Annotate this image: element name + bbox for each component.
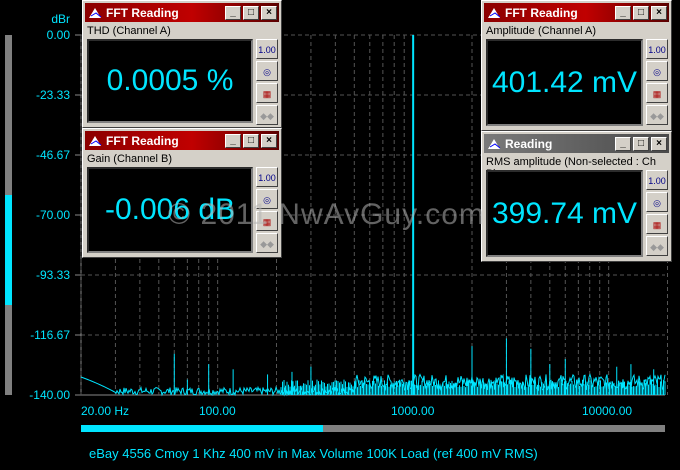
y-tick: -93.33 bbox=[35, 268, 70, 282]
reading-window[interactable]: Reading _ □ × RMS amplitude (Non-selected :… bbox=[481, 131, 672, 262]
window-title: FFT Reading bbox=[505, 5, 578, 20]
app-logo-icon bbox=[89, 7, 102, 18]
minimize-button[interactable]: _ bbox=[225, 133, 241, 148]
reading-value: 401.42 mV bbox=[486, 39, 643, 126]
close-button[interactable]: × bbox=[651, 5, 667, 20]
app-logo-icon bbox=[488, 138, 501, 149]
watermark: © 2011 NwAvGuy.com bbox=[168, 198, 485, 231]
close-button[interactable]: × bbox=[651, 136, 667, 151]
window-title: FFT Reading bbox=[106, 133, 179, 148]
y-tick: -46.67 bbox=[35, 148, 70, 162]
title-bar[interactable]: Reading _ □ × bbox=[484, 134, 669, 153]
log-table-icon[interactable]: ▦ bbox=[646, 83, 668, 103]
reading-value: 0.0005 % bbox=[87, 39, 253, 123]
x-tick: 100.00 bbox=[199, 404, 236, 418]
log-table-icon[interactable]: ▦ bbox=[256, 83, 278, 103]
reading-window[interactable]: FFT Reading _ □ × Amplitude (Channel A) 401… bbox=[481, 0, 672, 131]
precision-button[interactable]: 1.00 bbox=[646, 39, 668, 59]
reading-value: 399.74 mV bbox=[486, 170, 643, 257]
precision-button[interactable]: 1.00 bbox=[256, 167, 278, 187]
precision-button[interactable]: 1.00 bbox=[646, 170, 668, 190]
arrows-icon[interactable]: ◆◆ bbox=[256, 105, 278, 125]
app-logo-icon bbox=[488, 7, 501, 18]
maximize-button[interactable]: □ bbox=[243, 133, 259, 148]
scrollbar-thumb[interactable] bbox=[81, 425, 323, 432]
x-tick: 1000.00 bbox=[391, 404, 435, 418]
x-tick: 20.00 Hz bbox=[81, 404, 130, 418]
reading-label: THD (Channel A) bbox=[87, 25, 171, 37]
maximize-button[interactable]: □ bbox=[243, 5, 259, 20]
close-button[interactable]: × bbox=[261, 133, 277, 148]
y-tick: -23.33 bbox=[35, 88, 70, 102]
y-tick: -70.00 bbox=[35, 208, 70, 222]
arrows-icon[interactable]: ◆◆ bbox=[646, 105, 668, 125]
precision-button[interactable]: 1.00 bbox=[256, 39, 278, 59]
close-button[interactable]: × bbox=[261, 5, 277, 20]
reading-label: RMS amplitude (Non-selected : Ch B) bbox=[486, 156, 656, 180]
maximize-button[interactable]: □ bbox=[633, 136, 649, 151]
y-tick: -140.00 bbox=[29, 388, 70, 402]
meter-icon[interactable]: ◎ bbox=[646, 192, 668, 212]
meter-icon[interactable]: ◎ bbox=[646, 61, 668, 81]
minimize-button[interactable]: _ bbox=[225, 5, 241, 20]
window-title: FFT Reading bbox=[106, 5, 179, 20]
title-bar[interactable]: FFT Reading _ □ × bbox=[85, 3, 279, 22]
minimize-button[interactable]: _ bbox=[615, 5, 631, 20]
title-bar[interactable]: FFT Reading _ □ × bbox=[484, 3, 669, 22]
reading-window[interactable]: FFT Reading _ □ × THD (Channel A) 0.0005 % … bbox=[82, 0, 282, 128]
title-bar[interactable]: FFT Reading _ □ × bbox=[85, 131, 279, 150]
arrows-icon[interactable]: ◆◆ bbox=[646, 236, 668, 256]
reading-label: Amplitude (Channel A) bbox=[486, 25, 597, 37]
window-title: Reading bbox=[505, 136, 553, 151]
meter-icon[interactable]: ◎ bbox=[256, 61, 278, 81]
log-table-icon[interactable]: ▦ bbox=[646, 214, 668, 234]
y-tick: -116.67 bbox=[30, 328, 70, 342]
minimize-button[interactable]: _ bbox=[615, 136, 631, 151]
maximize-button[interactable]: □ bbox=[633, 5, 649, 20]
graph-caption: eBay 4556 Cmoy 1 Khz 400 mV in Max Volum… bbox=[89, 446, 538, 461]
reading-window[interactable]: FFT Reading _ □ × Gain (Channel B) -0.006 d… bbox=[82, 128, 282, 258]
app-logo-icon bbox=[89, 135, 102, 146]
reading-label: Gain (Channel B) bbox=[87, 153, 172, 165]
arrows-icon[interactable]: ◆◆ bbox=[256, 233, 278, 253]
y-axis-unit: dBr bbox=[51, 12, 70, 26]
x-tick: 10000.00 bbox=[582, 404, 633, 418]
y-tick: 0.00 bbox=[46, 28, 70, 42]
